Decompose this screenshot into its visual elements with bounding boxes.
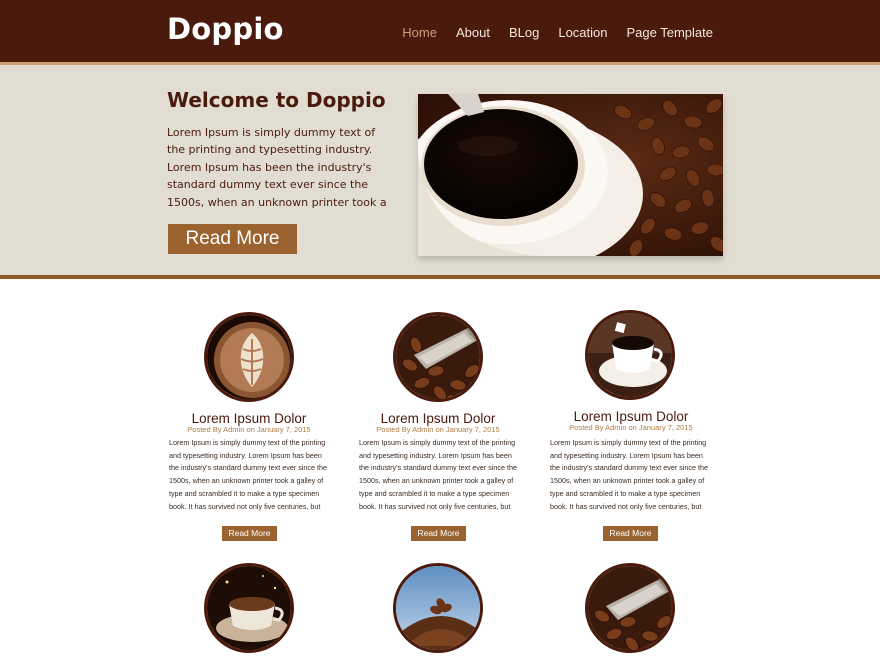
card-3-text: Lorem Ipsum is simply dummy text of the … <box>550 438 708 511</box>
nav-home[interactable]: Home <box>402 25 437 40</box>
card-4-image <box>204 563 294 653</box>
latte-art-image <box>207 315 291 399</box>
hero-divider <box>0 275 880 279</box>
nav-about[interactable]: About <box>456 25 490 40</box>
card-2-image <box>393 312 483 402</box>
bean-pile-image <box>396 566 480 650</box>
card-1-meta: Posted By Admin on January 7, 2015 <box>187 425 311 434</box>
card-2-read-more-button[interactable]: Read More <box>411 526 466 541</box>
card-2-meta: Posted By Admin on January 7, 2015 <box>376 425 500 434</box>
hero-title: Welcome to Doppio <box>167 88 386 112</box>
card-1-title[interactable]: Lorem Ipsum Dolor <box>149 411 349 426</box>
nav-page-template[interactable]: Page Template <box>627 25 714 40</box>
espresso-cup-image <box>207 566 291 650</box>
hero-coffee-image <box>418 94 723 256</box>
nav-location[interactable]: Location <box>558 25 607 40</box>
coffee-scoop-image <box>396 315 480 399</box>
card-3-meta: Posted By Admin on January 7, 2015 <box>569 423 693 432</box>
card-3-read-more-button[interactable]: Read More <box>603 526 658 541</box>
card-6-image <box>585 563 675 653</box>
card-3-title[interactable]: Lorem Ipsum Dolor <box>531 409 731 424</box>
hero-text: Lorem Ipsum is simply dummy text of the … <box>167 126 387 209</box>
card-1-read-more-button[interactable]: Read More <box>222 526 277 541</box>
card-2-text: Lorem Ipsum is simply dummy text of the … <box>359 438 517 511</box>
card-1-text: Lorem Ipsum is simply dummy text of the … <box>169 438 327 511</box>
main-nav: Home About BLog Location Page Template <box>383 25 713 40</box>
hero-read-more-button[interactable]: Read More <box>168 224 297 254</box>
card-2-title[interactable]: Lorem Ipsum Dolor <box>338 411 538 426</box>
site-logo[interactable]: Doppio <box>167 12 284 46</box>
coffee-cup-image <box>588 313 672 397</box>
bean-scoop-image <box>588 566 672 650</box>
card-3-image <box>585 310 675 400</box>
nav-blog[interactable]: BLog <box>509 25 539 40</box>
card-1-image <box>204 312 294 402</box>
card-5-image <box>393 563 483 653</box>
site-header: Doppio Home About BLog Location Page Tem… <box>0 0 880 62</box>
coffee-cup-beans-image <box>418 94 723 256</box>
